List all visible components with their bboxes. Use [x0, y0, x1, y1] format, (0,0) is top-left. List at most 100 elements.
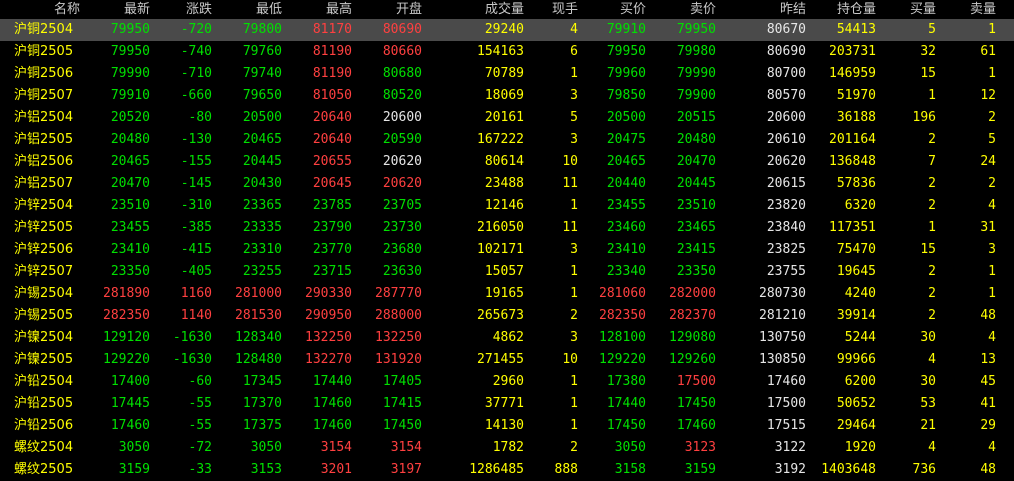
bid-volume-cell: 196	[912, 110, 936, 125]
high-price-cell: 81190	[312, 44, 352, 59]
quote-row[interactable]: 螺纹2505 3159 -33 3153 3201 3197 1286485 888 3158 3…	[0, 459, 1014, 481]
ask-price-cell: 23350	[676, 264, 716, 279]
quote-row[interactable]: 螺纹2504 3050 -72 3050 3154 3154 1782 2 3050 3123 31…	[0, 437, 1014, 459]
volume-cell: 19165	[484, 286, 524, 301]
prev-settle-cell: 3122	[774, 440, 806, 455]
quote-row[interactable]: 沪锡2505 282350 1140 281530 290950 288000 265673…	[0, 305, 1014, 327]
bid-price-cell: 23455	[606, 198, 646, 213]
prev-settle-cell: 20610	[766, 132, 806, 147]
quote-row[interactable]: 沪铜2507 79910 -660 79650 81050 80520 18069 3 7985…	[0, 85, 1014, 107]
last-price-cell: 20470	[110, 176, 150, 191]
change-cell: -130	[180, 132, 212, 147]
change-cell: -710	[180, 66, 212, 81]
bid-price-cell: 17440	[606, 396, 646, 411]
bid-volume-cell: 1	[928, 220, 936, 235]
quote-row[interactable]: 沪铜2505 79950 -740 79760 81190 80660 154163 6 799…	[0, 41, 1014, 63]
quote-row[interactable]: 沪镍2504 129120 -1630 128340 132250 132250 4862 3…	[0, 327, 1014, 349]
ask-volume-cell: 1	[988, 66, 996, 81]
current-hand-cell: 3	[570, 330, 578, 345]
name-cell: 沪铝2504	[14, 110, 74, 125]
quote-row[interactable]: 沪锌2506 23410 -415 23310 23770 23680 102171 3 234…	[0, 239, 1014, 261]
quote-row[interactable]: 沪铅2506 17460 -55 17375 17460 17450 14130 1 17450…	[0, 415, 1014, 437]
header-low-price[interactable]: 最低	[212, 0, 282, 20]
ask-volume-cell: 4	[988, 330, 996, 345]
header-current-hand[interactable]: 现手	[524, 0, 578, 20]
name-cell: 沪锌2506	[14, 242, 74, 257]
bid-price-cell: 23410	[606, 242, 646, 257]
ask-volume-cell: 48	[980, 462, 996, 477]
last-price-cell: 79990	[110, 66, 150, 81]
high-price-cell: 23785	[312, 198, 352, 213]
ask-price-cell: 17500	[676, 374, 716, 389]
change-cell: -60	[188, 374, 212, 389]
volume-cell: 80614	[484, 154, 524, 169]
ask-volume-cell: 4	[988, 198, 996, 213]
quote-row[interactable]: 沪铝2505 20480 -130 20465 20640 20590 167222 3 204…	[0, 129, 1014, 151]
header-bid-price[interactable]: 买价	[578, 0, 646, 20]
open-price-cell: 80680	[382, 66, 422, 81]
quote-row[interactable]: 沪铅2505 17445 -55 17370 17460 17415 37771 1 17440…	[0, 393, 1014, 415]
open-price-cell: 80660	[382, 44, 422, 59]
current-hand-cell: 1	[570, 286, 578, 301]
quote-row[interactable]: 沪铝2504 20520 -80 20500 20640 20600 20161 5 20500…	[0, 107, 1014, 129]
header-open-price[interactable]: 开盘	[352, 0, 422, 20]
header-prev-settle[interactable]: 昨结	[716, 0, 806, 20]
low-price-cell: 17375	[242, 418, 282, 433]
header-row: 名称 最新 涨跌 最低 最高 开盘 成交量 现手 买价 卖价 昨结 持仓量 买量 卖量	[0, 0, 1014, 20]
prev-settle-cell: 20600	[766, 110, 806, 125]
quote-row[interactable]: 沪锌2504 23510 -310 23365 23785 23705 12146 1 2345…	[0, 195, 1014, 217]
quote-row[interactable]: 沪铅2504 17400 -60 17345 17440 17405 2960 1 17380 1…	[0, 371, 1014, 393]
high-price-cell: 81170	[312, 22, 352, 37]
high-price-cell: 81050	[312, 88, 352, 103]
header-ask-price[interactable]: 卖价	[646, 0, 716, 20]
volume-cell: 271455	[477, 352, 524, 367]
header-open-interest[interactable]: 持仓量	[806, 0, 876, 20]
quote-row[interactable]: 沪铝2506 20465 -155 20445 20655 20620 80614 10 204…	[0, 151, 1014, 173]
last-price-cell: 3159	[118, 462, 150, 477]
header-volume[interactable]: 成交量	[422, 0, 524, 20]
bid-volume-cell: 5	[928, 22, 936, 37]
high-price-cell: 20645	[312, 176, 352, 191]
quote-row[interactable]: 沪锌2507 23350 -405 23255 23715 23630 15057 1 2334…	[0, 261, 1014, 283]
low-price-cell: 281000	[235, 286, 282, 301]
bid-volume-cell: 2	[928, 264, 936, 279]
bid-price-cell: 23460	[606, 220, 646, 235]
high-price-cell: 290950	[305, 308, 352, 323]
open-interest-cell: 39914	[836, 308, 876, 323]
high-price-cell: 17460	[312, 418, 352, 433]
quote-row[interactable]: 沪铜2504 79950 -720 79800 81170 80690 29240 4 7991…	[0, 19, 1014, 41]
last-price-cell: 20520	[110, 110, 150, 125]
open-interest-cell: 117351	[829, 220, 876, 235]
header-change[interactable]: 涨跌	[150, 0, 212, 20]
open-price-cell: 23680	[382, 242, 422, 257]
header-bid-volume[interactable]: 买量	[876, 0, 936, 20]
quote-row[interactable]: 沪铝2507 20470 -145 20430 20645 20620 23488 11 204…	[0, 173, 1014, 195]
low-price-cell: 128480	[235, 352, 282, 367]
quote-row[interactable]: 沪铜2506 79990 -710 79740 81190 80680 70789 1 7996…	[0, 63, 1014, 85]
ask-price-cell: 79900	[676, 88, 716, 103]
quote-row[interactable]: 沪锌2505 23455 -385 23335 23790 23730 216050 11 23…	[0, 217, 1014, 239]
header-high-price[interactable]: 最高	[282, 0, 352, 20]
quote-row[interactable]: 沪锡2504 281890 1160 281000 290330 287770 19165 1…	[0, 283, 1014, 305]
bid-price-cell: 79850	[606, 88, 646, 103]
low-price-cell: 20465	[242, 132, 282, 147]
bid-price-cell: 79960	[606, 66, 646, 81]
last-price-cell: 23455	[110, 220, 150, 235]
bid-volume-cell: 32	[920, 44, 936, 59]
volume-cell: 18069	[484, 88, 524, 103]
high-price-cell: 23790	[312, 220, 352, 235]
current-hand-cell: 2	[570, 440, 578, 455]
bid-price-cell: 17380	[606, 374, 646, 389]
quote-row[interactable]: 沪镍2505 129220 -1630 128480 132270 131920 27145…	[0, 349, 1014, 371]
ask-price-cell: 17450	[676, 396, 716, 411]
change-cell: 1160	[180, 286, 212, 301]
volume-cell: 154163	[477, 44, 524, 59]
high-price-cell: 3154	[320, 440, 352, 455]
header-name[interactable]: 名称	[0, 0, 80, 20]
header-last-price[interactable]: 最新	[84, 0, 150, 20]
prev-settle-cell: 3192	[774, 462, 806, 477]
header-ask-volume[interactable]: 卖量	[936, 0, 996, 20]
ask-price-cell: 20470	[676, 154, 716, 169]
open-interest-cell: 36188	[836, 110, 876, 125]
bid-price-cell: 79950	[606, 44, 646, 59]
